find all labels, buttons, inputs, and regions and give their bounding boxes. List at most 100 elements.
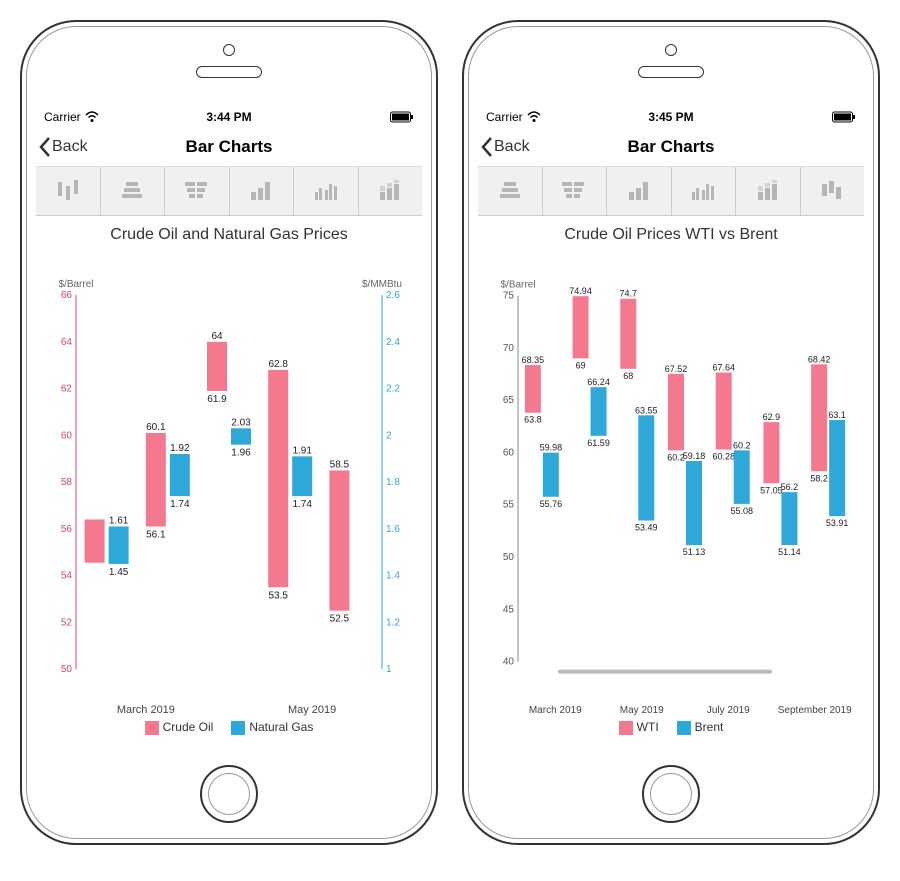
carrier-label: Carrier: [486, 110, 523, 124]
svg-text:1.74: 1.74: [292, 499, 312, 510]
svg-text:74.7: 74.7: [620, 289, 638, 299]
camera-dot-icon: [665, 44, 677, 56]
svg-text:53.5: 53.5: [268, 590, 288, 601]
svg-text:63.1: 63.1: [828, 410, 846, 420]
tb-pyramid-left[interactable]: [101, 167, 166, 215]
x-cat: May 2019: [599, 705, 686, 716]
nav-bar: Back Bar Charts: [36, 128, 422, 167]
svg-text:68.35: 68.35: [522, 355, 545, 365]
svg-text:62.9: 62.9: [763, 412, 781, 422]
home-button[interactable]: [642, 765, 700, 823]
tb-candle[interactable]: [36, 167, 101, 215]
svg-text:1.4: 1.4: [386, 571, 400, 582]
plot-left[interactable]: $/Barrel$/MMBtu50525456586062646611.21.4…: [42, 248, 416, 702]
svg-text:68: 68: [623, 371, 633, 381]
svg-text:56.1: 56.1: [146, 529, 166, 540]
x-labels: March 2019 May 2019 July 2019 September …: [484, 703, 858, 716]
svg-text:60: 60: [503, 447, 515, 458]
speaker-icon: [196, 66, 262, 78]
svg-text:53.91: 53.91: [826, 518, 849, 528]
x-cat: July 2019: [685, 705, 772, 716]
status-bar: Carrier 3:44 PM: [36, 106, 422, 128]
svg-text:2: 2: [386, 430, 392, 441]
svg-text:52: 52: [61, 617, 73, 628]
battery-icon: [832, 111, 856, 123]
tb-pyramid-left[interactable]: [478, 167, 543, 215]
phone-left: Carrier 3:44 PM Back Bar Charts: [20, 20, 438, 845]
svg-text:1.96: 1.96: [231, 448, 251, 459]
x-cat: March 2019: [512, 705, 599, 716]
speaker-icon: [638, 66, 704, 78]
tb-bars-asc[interactable]: [230, 167, 295, 215]
svg-text:75: 75: [503, 291, 515, 302]
tb-bars-grouped[interactable]: [672, 167, 737, 215]
tb-bars-grouped[interactable]: [294, 167, 359, 215]
svg-text:1.91: 1.91: [292, 445, 312, 456]
svg-text:67.52: 67.52: [665, 364, 688, 374]
tb-bars-asc[interactable]: [607, 167, 672, 215]
svg-text:1.61: 1.61: [109, 515, 129, 526]
svg-text:74.94: 74.94: [569, 286, 592, 296]
svg-text:1.6: 1.6: [386, 524, 400, 535]
svg-text:56: 56: [61, 524, 73, 535]
status-time: 3:44 PM: [206, 110, 251, 124]
nav-bar: Back Bar Charts: [478, 128, 864, 167]
battery-icon: [390, 111, 414, 123]
svg-text:50: 50: [61, 664, 73, 675]
svg-text:66: 66: [61, 290, 73, 301]
svg-text:50: 50: [503, 552, 515, 563]
tb-bars-stacked[interactable]: [736, 167, 801, 215]
svg-text:59.98: 59.98: [540, 443, 563, 453]
tb-bars-range[interactable]: [801, 167, 865, 215]
svg-text:59.18: 59.18: [683, 451, 706, 461]
svg-text:60.1: 60.1: [146, 422, 166, 433]
chart-title: Crude Oil Prices WTI vs Brent: [484, 226, 858, 244]
svg-text:69: 69: [576, 360, 586, 370]
svg-text:60: 60: [61, 430, 73, 441]
svg-text:65: 65: [503, 395, 515, 406]
chart-toolbar: [478, 167, 864, 216]
back-button[interactable]: Back: [38, 136, 88, 158]
svg-text:67.64: 67.64: [712, 363, 735, 373]
svg-text:2.4: 2.4: [386, 337, 400, 348]
back-label: Back: [52, 138, 88, 156]
camera-dot-icon: [223, 44, 235, 56]
svg-text:40: 40: [503, 657, 515, 668]
x-cat: September 2019: [772, 705, 859, 716]
svg-text:62.8: 62.8: [268, 359, 288, 370]
phone-right: Carrier 3:45 PM Back Bar Charts: [462, 20, 880, 845]
wifi-icon: [527, 111, 541, 123]
legend-item: WTI: [619, 720, 659, 735]
plot-right[interactable]: $/Barrel404550556065707568.3563.874.9469…: [484, 248, 858, 703]
legend: Crude Oil Natural Gas: [42, 716, 416, 743]
nav-title: Bar Charts: [628, 137, 715, 157]
legend-item: Crude Oil: [145, 720, 214, 735]
svg-text:55.76: 55.76: [540, 499, 563, 509]
chart-toolbar: [36, 167, 422, 216]
tb-bars-stacked[interactable]: [359, 167, 423, 215]
svg-text:51.14: 51.14: [778, 547, 801, 557]
svg-text:58.5: 58.5: [330, 459, 350, 470]
svg-text:55.08: 55.08: [730, 506, 753, 516]
chart-area: Crude Oil and Natural Gas Prices $/Barre…: [36, 216, 422, 743]
back-label: Back: [494, 138, 530, 156]
svg-text:66.24: 66.24: [587, 377, 610, 387]
svg-text:1.74: 1.74: [170, 499, 190, 510]
svg-text:64: 64: [61, 337, 73, 348]
tb-pyramid-right[interactable]: [165, 167, 230, 215]
tb-pyramid-right[interactable]: [543, 167, 608, 215]
status-bar: Carrier 3:45 PM: [478, 106, 864, 128]
svg-text:70: 70: [503, 343, 515, 354]
home-button[interactable]: [200, 765, 258, 823]
back-button[interactable]: Back: [480, 136, 530, 158]
svg-text:58: 58: [61, 477, 73, 488]
svg-text:53.49: 53.49: [635, 523, 658, 533]
nav-title: Bar Charts: [186, 137, 273, 157]
legend: WTI Brent: [484, 716, 858, 743]
x-cat: March 2019: [94, 704, 198, 716]
svg-text:1: 1: [386, 664, 392, 675]
svg-text:1.45: 1.45: [109, 567, 129, 578]
svg-text:1.92: 1.92: [170, 443, 190, 454]
svg-text:60.28: 60.28: [712, 452, 735, 462]
svg-text:$/Barrel: $/Barrel: [500, 280, 535, 291]
